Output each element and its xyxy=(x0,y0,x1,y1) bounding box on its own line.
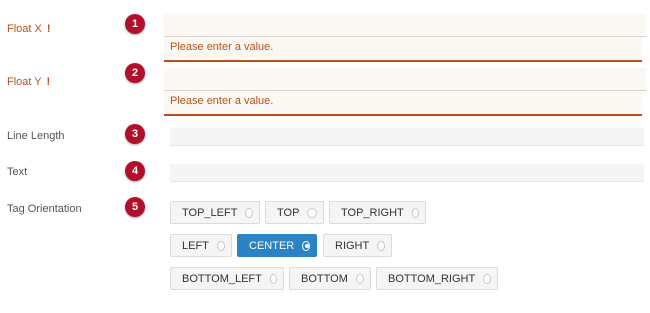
orientation-option-label: TOP_LEFT xyxy=(182,206,238,219)
orientation-option-label: BOTTOM xyxy=(301,272,348,285)
text-input[interactable] xyxy=(170,164,644,182)
tag-orientation-label: Tag Orientation xyxy=(7,203,82,215)
radio-icon xyxy=(302,240,310,251)
float-y-label-text: Float Y xyxy=(7,76,42,88)
float-x-label: Float X ! xyxy=(7,23,51,35)
orientation-option-top[interactable]: TOP xyxy=(265,201,324,224)
line-length-label: Line Length xyxy=(7,130,65,142)
radio-icon xyxy=(269,273,277,284)
tag-orientation-step-badge: 5 xyxy=(125,197,145,217)
radio-icon xyxy=(307,207,317,218)
orientation-option-bottom-left[interactable]: BOTTOM_LEFT xyxy=(170,267,284,290)
orientation-option-center[interactable]: CENTER xyxy=(237,234,317,257)
float-y-input[interactable] xyxy=(164,68,646,91)
orientation-option-top-left[interactable]: TOP_LEFT xyxy=(170,201,260,224)
line-length-step-badge: 3 xyxy=(125,124,145,144)
radio-icon xyxy=(411,207,419,218)
float-y-field-container: Please enter a value. xyxy=(164,68,646,116)
radio-icon xyxy=(216,240,225,251)
line-length-input[interactable] xyxy=(170,128,644,146)
float-x-error-message: Please enter a value. xyxy=(170,41,274,53)
orientation-option-left[interactable]: LEFT xyxy=(170,234,232,257)
orientation-option-label: CENTER xyxy=(249,239,295,252)
orientation-option-right[interactable]: RIGHT xyxy=(323,234,392,257)
radio-icon xyxy=(483,273,491,284)
float-y-required-mark: ! xyxy=(46,76,51,88)
float-x-required-mark: ! xyxy=(46,23,51,35)
text-step-badge: 4 xyxy=(125,161,145,181)
orientation-option-label: TOP_RIGHT xyxy=(341,206,404,219)
text-label: Text xyxy=(7,166,28,178)
float-x-input[interactable] xyxy=(164,14,646,37)
float-y-error-message: Please enter a value. xyxy=(170,95,274,107)
float-x-field-container: Please enter a value. xyxy=(164,14,646,62)
float-y-step-badge: 2 xyxy=(125,63,145,83)
radio-icon xyxy=(245,207,253,218)
float-x-label-text: Float X xyxy=(7,23,42,35)
orientation-option-label: LEFT xyxy=(182,239,209,252)
radio-icon xyxy=(377,240,385,251)
orientation-option-top-right[interactable]: TOP_RIGHT xyxy=(329,201,426,224)
radio-icon xyxy=(355,273,364,284)
orientation-option-label: BOTTOM_RIGHT xyxy=(388,272,476,285)
orientation-option-label: BOTTOM_LEFT xyxy=(182,272,262,285)
orientation-option-bottom-right[interactable]: BOTTOM_RIGHT xyxy=(376,267,498,290)
float-x-step-badge: 1 xyxy=(125,14,145,34)
orientation-option-label: RIGHT xyxy=(335,239,370,252)
orientation-option-bottom[interactable]: BOTTOM xyxy=(289,267,371,290)
orientation-option-label: TOP xyxy=(277,206,300,219)
float-y-label: Float Y ! xyxy=(7,76,50,88)
